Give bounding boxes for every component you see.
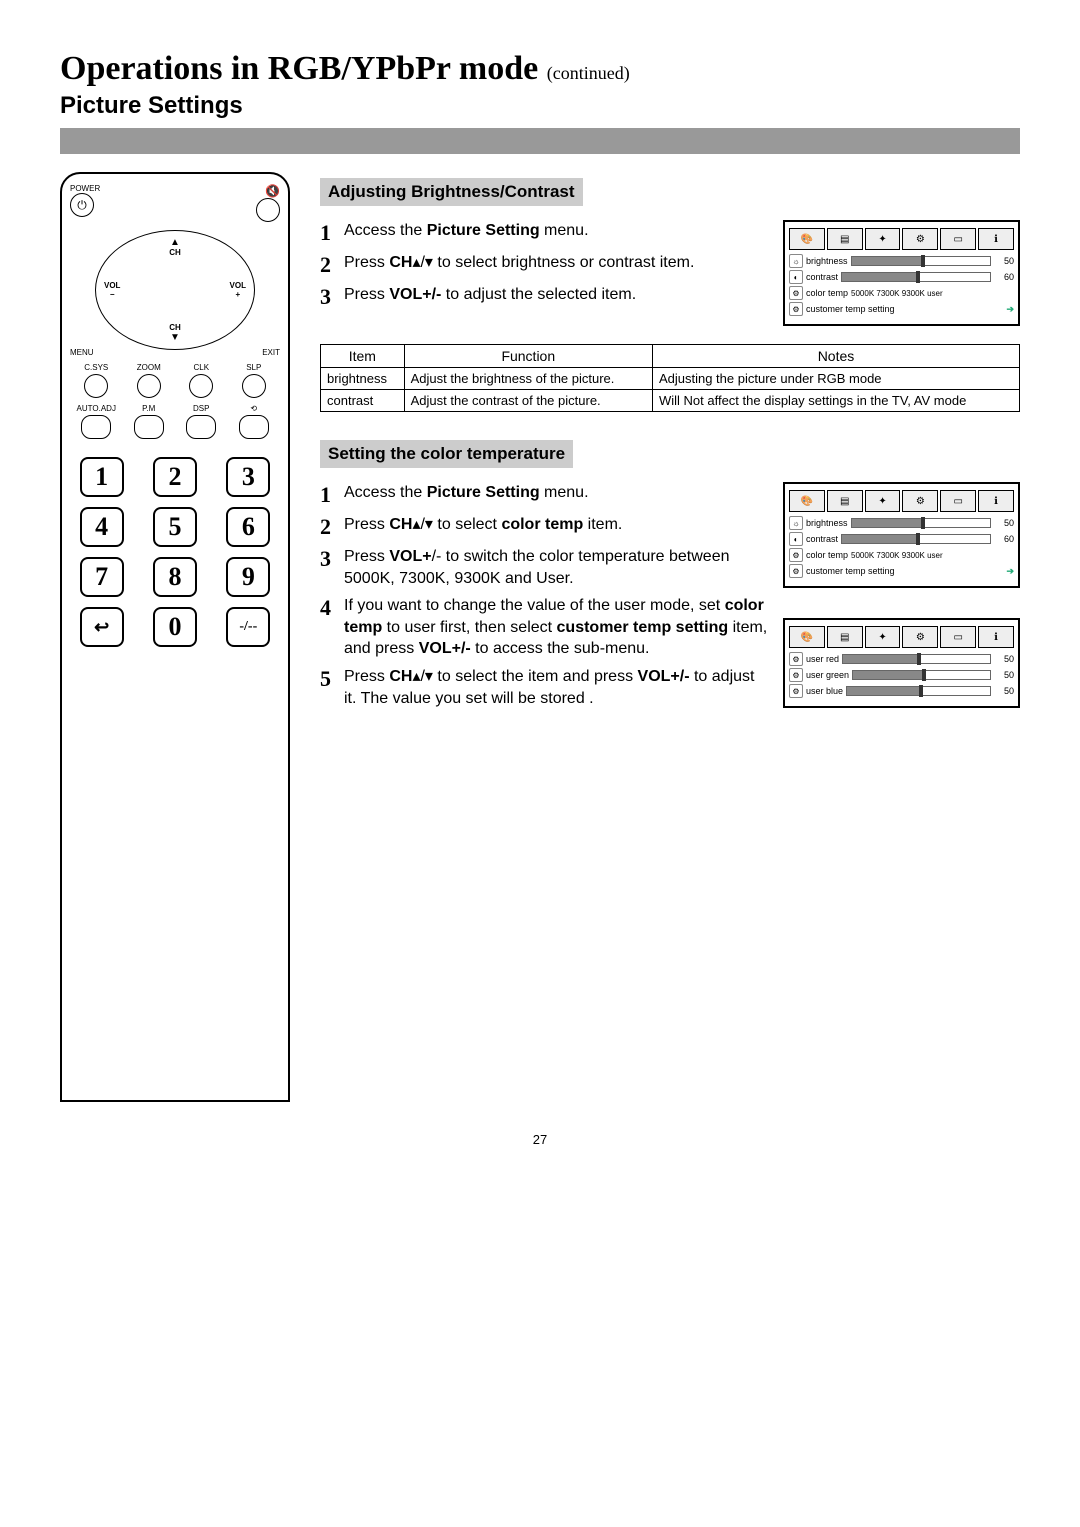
remote-row-1: C.SYS ZOOM CLK SLP — [70, 363, 280, 398]
num-2: 2 — [153, 457, 197, 497]
power-label: POWER — [70, 184, 100, 193]
numpad: 1 2 3 4 5 6 7 8 9 ↩ 0 -/-- — [70, 457, 280, 647]
osd-panel-3: 🎨▤✦⚙▭ℹ⚙user red50⚙user green50⚙user blue… — [783, 618, 1020, 708]
mute-icon: 🔇 — [265, 184, 280, 198]
info-table: Item Function Notes brightness Adjust th… — [320, 344, 1020, 412]
mute-button — [256, 198, 280, 222]
remote-row-2: AUTO.ADJ P.M DSP ⟲ — [70, 404, 280, 439]
page-number: 27 — [60, 1132, 1020, 1147]
instructions-2: 1Access the Picture Setting menu. 2Press… — [320, 482, 769, 715]
vol-minus-label: VOL — [104, 281, 120, 290]
section-heading-2: Setting the color temperature — [320, 440, 573, 468]
num-dash: -/-- — [226, 607, 270, 647]
num-8: 8 — [153, 557, 197, 597]
num-1: 1 — [80, 457, 124, 497]
exit-label: EXIT — [262, 348, 280, 357]
num-6: 6 — [226, 507, 270, 547]
title-continued: (continued) — [547, 63, 630, 83]
page-subtitle: Picture Settings — [60, 92, 1020, 120]
num-3: 3 — [226, 457, 270, 497]
num-0: 0 — [153, 607, 197, 647]
title-main: Operations in RGB/YPbPr mode — [60, 50, 538, 87]
vol-plus-label: VOL — [230, 281, 246, 290]
ch-up-label: CH — [169, 248, 181, 257]
instructions-1: 1Access the Picture Setting menu. 2Press… — [320, 220, 769, 316]
num-9: 9 — [226, 557, 270, 597]
num-7: 7 — [80, 557, 124, 597]
nav-oval: ▲CH CH▼ VOL− VOL+ — [95, 230, 255, 350]
section-heading-1: Adjusting Brightness/Contrast — [320, 178, 583, 206]
osd-panel-2: 🎨▤✦⚙▭ℹ☼brightness50◐contrast60⚙color tem… — [783, 482, 1020, 588]
divider-bar — [60, 128, 1020, 154]
num-return: ↩ — [80, 607, 124, 647]
remote-diagram: POWER ⏻ 🔇 ▲CH CH▼ VOL− VOL+ MENU EXIT C.… — [60, 172, 290, 1102]
osd-panel-1: 🎨▤✦⚙▭ℹ☼brightness50◐contrast60⚙color tem… — [783, 220, 1020, 326]
num-5: 5 — [153, 507, 197, 547]
num-4: 4 — [80, 507, 124, 547]
page-title: Operations in RGB/YPbPr mode (continued) — [60, 50, 1020, 88]
power-icon: ⏻ — [70, 193, 94, 217]
menu-label: MENU — [70, 348, 94, 357]
ch-dn-label: CH — [169, 323, 181, 332]
